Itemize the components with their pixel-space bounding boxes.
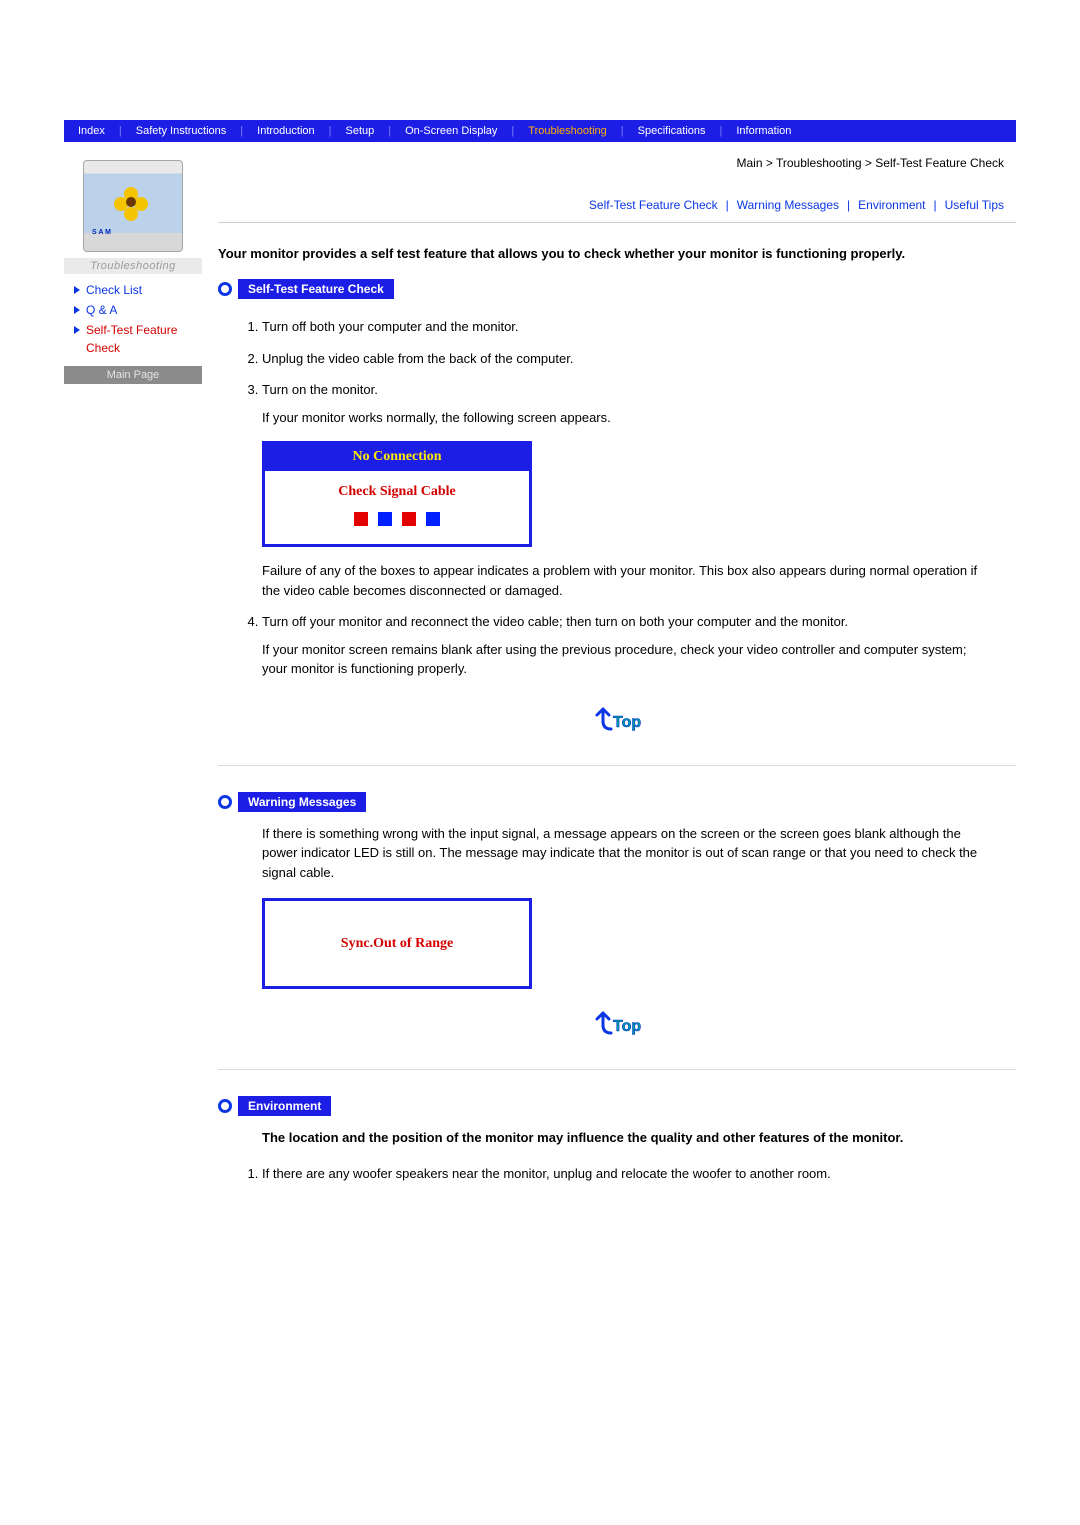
blue-square-icon (378, 512, 392, 526)
breadcrumb: Main > Troubleshooting > Self-Test Featu… (218, 156, 1016, 170)
sidebar-item-qa[interactable]: Q & A (74, 300, 202, 320)
step: If there are any woofer speakers near th… (262, 1158, 992, 1190)
anchor-links: Self-Test Feature Check| Warning Message… (218, 198, 1016, 212)
anchor-tips[interactable]: Useful Tips (945, 198, 1004, 212)
content: Main > Troubleshooting > Self-Test Featu… (202, 142, 1016, 1189)
step: Turn off your monitor and reconnect the … (262, 606, 992, 685)
blue-square-icon (426, 512, 440, 526)
env-steps: If there are any woofer speakers near th… (218, 1158, 992, 1190)
no-connection-msg: Check Signal Cable (265, 481, 529, 502)
sync-msg: Sync.Out of Range (265, 933, 529, 954)
color-squares (265, 512, 529, 526)
sidebar-link[interactable]: Q & A (86, 301, 117, 319)
bullet-icon (74, 306, 80, 314)
red-square-icon (402, 512, 416, 526)
section-warning-header: Warning Messages (218, 792, 1016, 812)
sidebar-link[interactable]: Self-Test Feature Check (86, 321, 202, 357)
step-failtext: Failure of any of the boxes to appear in… (262, 561, 992, 600)
nav-safety[interactable]: Safety Instructions (122, 120, 241, 142)
bullet-circle-icon (218, 1099, 232, 1113)
nav-osd[interactable]: On-Screen Display (391, 120, 511, 142)
anchor-warning[interactable]: Warning Messages (737, 198, 839, 212)
intro-text: Your monitor provides a self test featur… (218, 245, 1004, 263)
sidebar: S A M Troubleshooting Check List Q & A S… (64, 142, 202, 384)
divider (218, 222, 1016, 223)
back-to-top[interactable]: Top (218, 1003, 1016, 1043)
top-arrow-icon: Top (591, 1003, 643, 1043)
bullet-icon (74, 326, 80, 334)
selftest-steps: Turn off both your computer and the moni… (218, 311, 992, 685)
section-selftest-header: Self-Test Feature Check (218, 279, 1016, 299)
back-to-top[interactable]: Top (218, 699, 1016, 739)
warning-body: If there is something wrong with the inp… (262, 824, 992, 883)
step: Turn on the monitor. If your monitor wor… (262, 374, 992, 606)
step: Turn off both your computer and the moni… (262, 311, 992, 343)
section-env-header: Environment (218, 1096, 1016, 1116)
anchor-selftest[interactable]: Self-Test Feature Check (589, 198, 718, 212)
sync-out-of-range-box: Sync.Out of Range (262, 898, 532, 989)
step-subtext: If your monitor works normally, the foll… (262, 408, 992, 428)
svg-text:Top: Top (613, 1018, 641, 1035)
nav-info[interactable]: Information (722, 120, 805, 142)
nav-index[interactable]: Index (64, 120, 119, 142)
env-intro: The location and the position of the mon… (262, 1128, 992, 1148)
nav-intro[interactable]: Introduction (243, 120, 328, 142)
step: Unplug the video cable from the back of … (262, 343, 992, 375)
sidebar-category: Troubleshooting (64, 258, 202, 274)
nav-troubleshooting[interactable]: Troubleshooting (514, 120, 620, 142)
bullet-circle-icon (218, 282, 232, 296)
monitor-illustration: S A M (83, 160, 183, 252)
main-page-button[interactable]: Main Page (64, 366, 202, 384)
nav-setup[interactable]: Setup (331, 120, 388, 142)
step-subtext: If your monitor screen remains blank aft… (262, 640, 992, 679)
sidebar-item-checklist[interactable]: Check List (74, 280, 202, 300)
divider (218, 1069, 1016, 1070)
sidebar-link[interactable]: Check List (86, 281, 142, 299)
red-square-icon (354, 512, 368, 526)
anchor-environment[interactable]: Environment (858, 198, 925, 212)
brand-label: S A M (92, 229, 111, 236)
sidebar-item-selftest[interactable]: Self-Test Feature Check (74, 320, 202, 358)
section-chip: Self-Test Feature Check (238, 279, 394, 299)
svg-text:Top: Top (613, 714, 641, 731)
no-connection-box: No Connection Check Signal Cable (262, 441, 532, 547)
top-arrow-icon: Top (591, 699, 643, 739)
section-chip: Environment (238, 1096, 331, 1116)
divider (218, 765, 1016, 766)
bullet-circle-icon (218, 795, 232, 809)
bullet-icon (74, 286, 80, 294)
top-nav: Index| Safety Instructions| Introduction… (64, 120, 1016, 142)
no-connection-title: No Connection (265, 444, 529, 471)
nav-specs[interactable]: Specifications (624, 120, 720, 142)
section-chip: Warning Messages (238, 792, 366, 812)
